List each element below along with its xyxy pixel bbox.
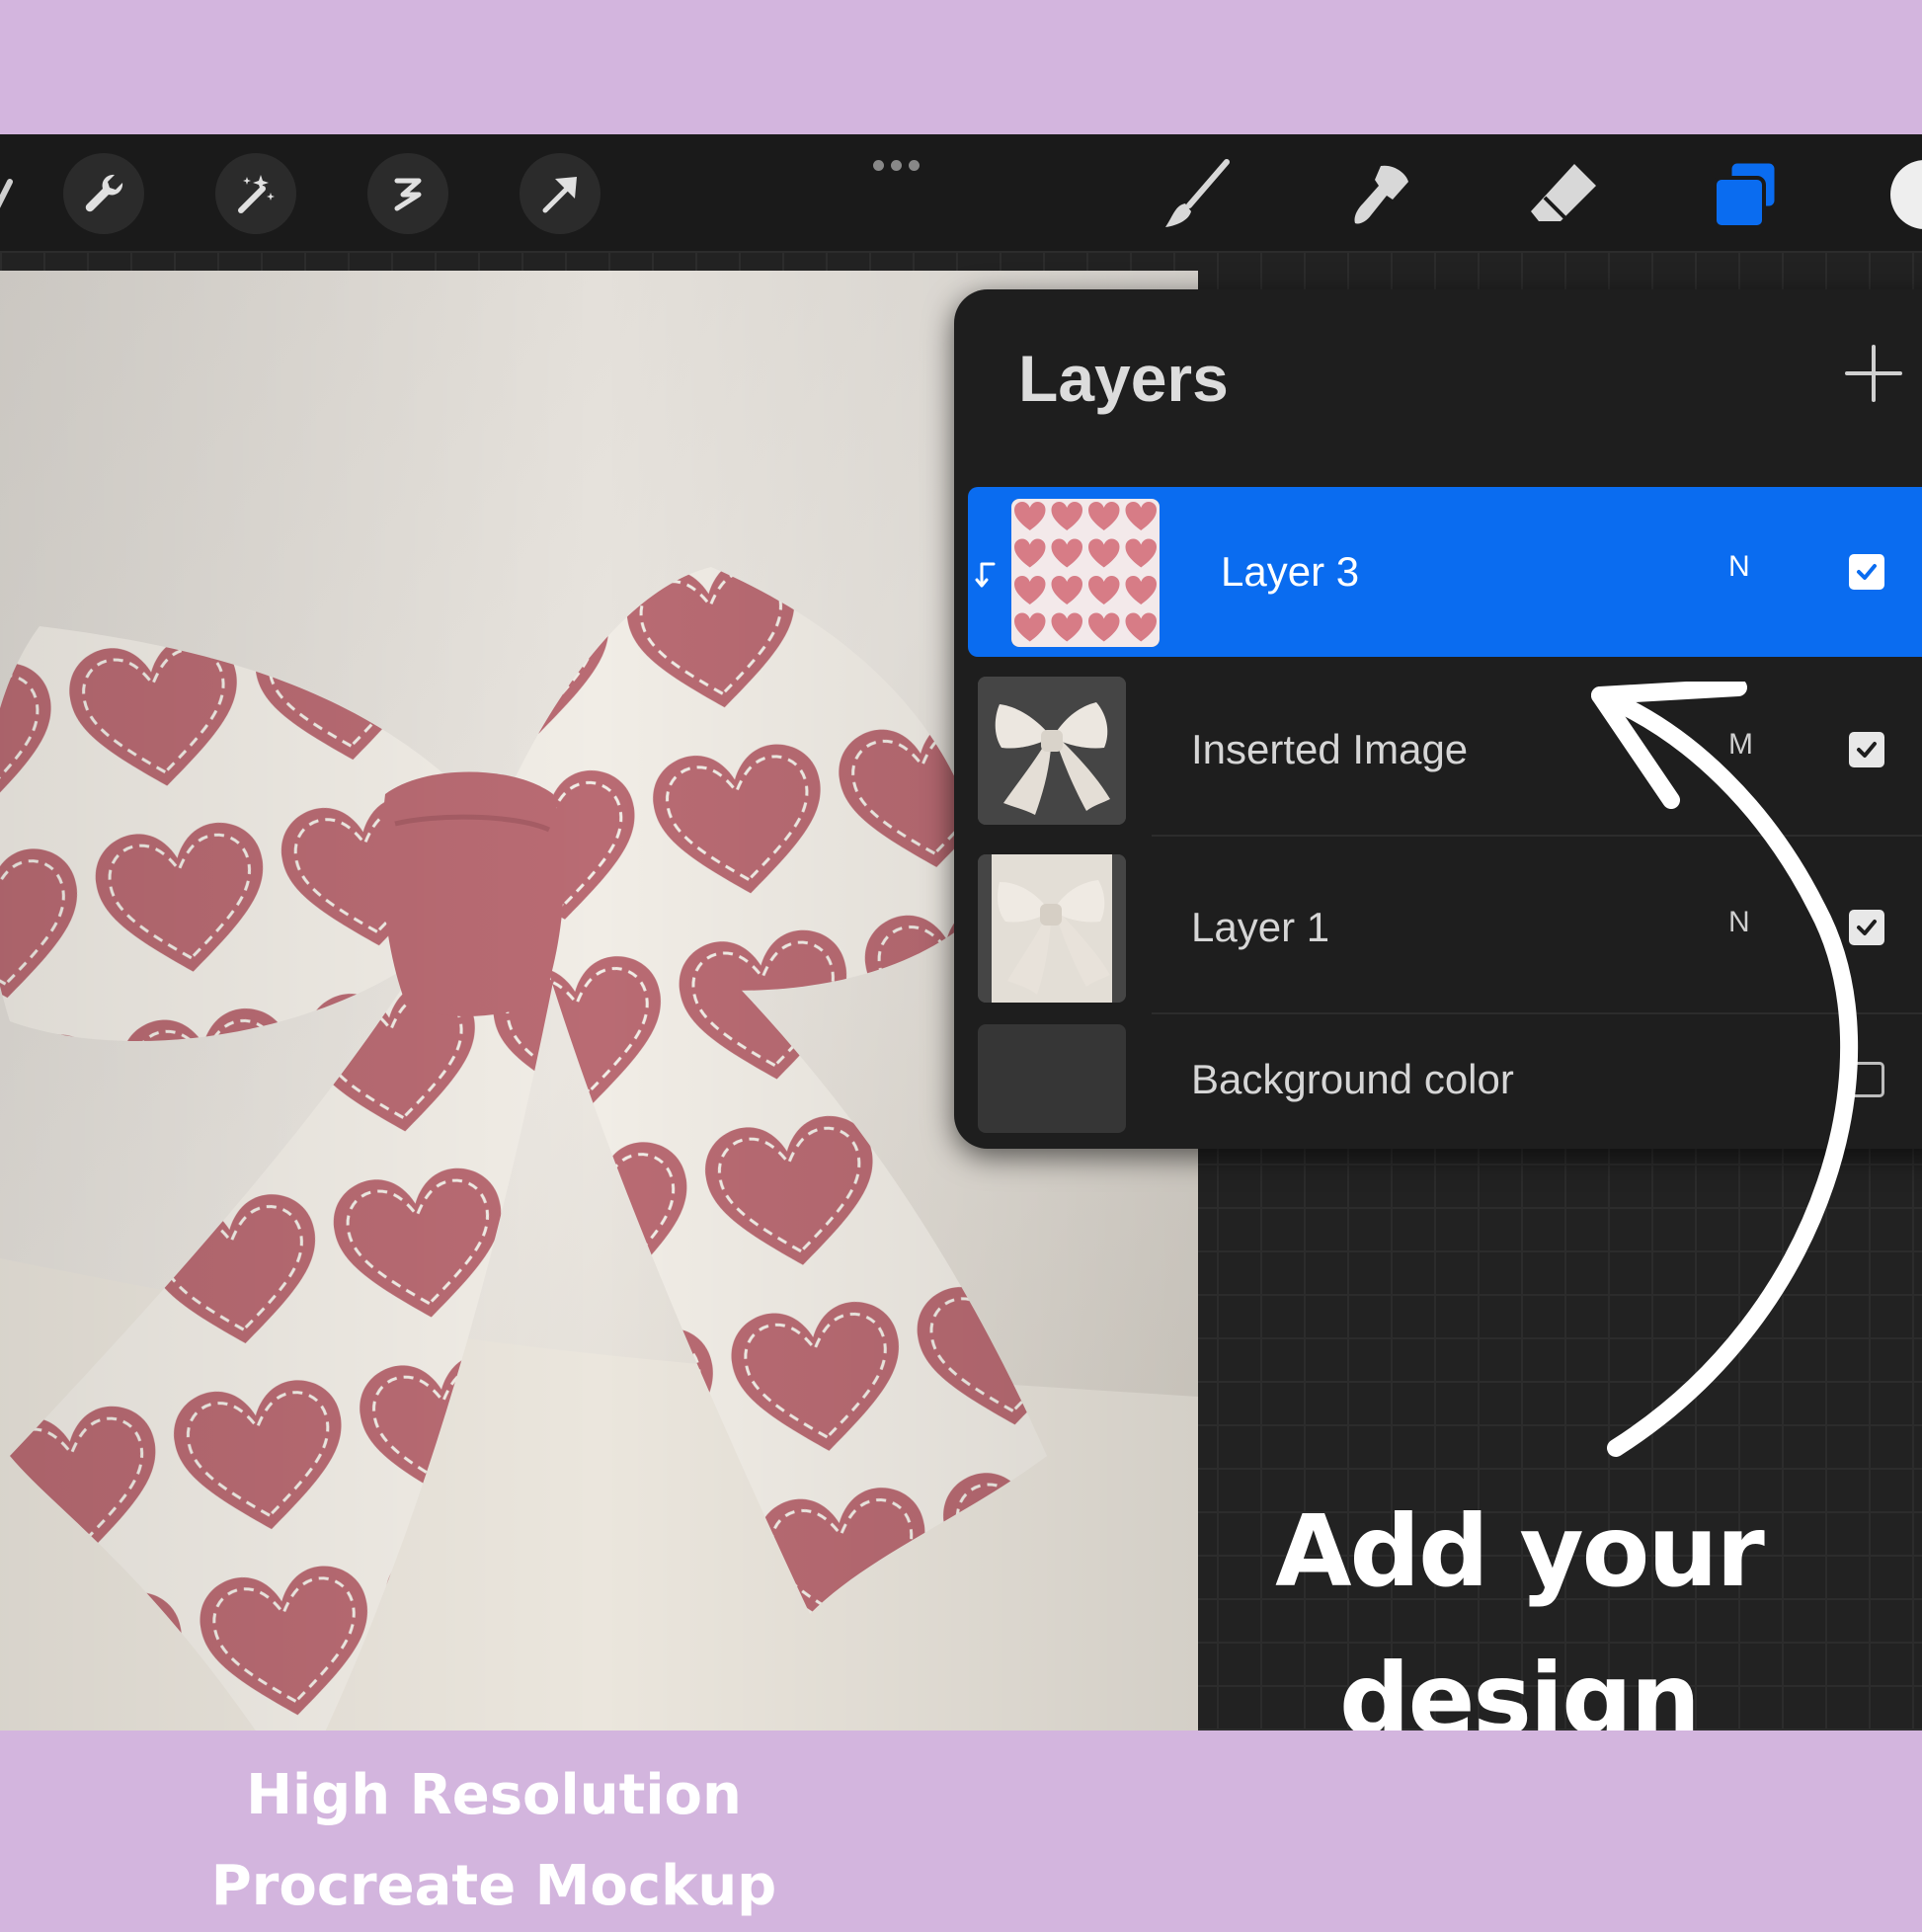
layers-button[interactable] (1707, 156, 1786, 235)
caption-line-2: Procreate Mockup (210, 1854, 777, 1918)
magic-wand-icon (238, 175, 275, 213)
heart-pattern-thumbnail-image (1011, 499, 1160, 647)
more-dots-icon[interactable] (873, 160, 932, 180)
inserted-image-thumbnail (978, 677, 1126, 825)
callout-text: Add your design here! (1213, 1478, 1825, 1731)
brush-button[interactable] (1156, 156, 1235, 235)
curved-arrow-icon (1591, 682, 1859, 1457)
layer-3-thumbnail (1011, 499, 1160, 647)
move-arrow-icon (542, 177, 577, 213)
layer-name: Layer 1 (1191, 904, 1330, 950)
smudge-button[interactable] (1341, 156, 1420, 235)
product-caption: High Resolution Procreate Mockup (148, 1750, 840, 1932)
eraser-icon (1531, 164, 1596, 221)
bow-photo-thumbnail-image (978, 854, 1126, 1003)
smudge-icon (1354, 165, 1408, 224)
procreate-screen: Layers Layer 3 N Inserted Image M Layer … (0, 134, 1922, 1731)
background-color-swatch (978, 1024, 1126, 1133)
plus-icon (1845, 345, 1902, 402)
checkmark-icon (1857, 564, 1877, 580)
add-layer-button[interactable] (1839, 339, 1908, 408)
mockup-frame: Layers Layer 3 N Inserted Image M Layer … (0, 0, 1922, 1922)
gallery-button[interactable] (0, 156, 49, 235)
layers-panel-title: Layers (1018, 342, 1229, 415)
callout-line-2: design here! (1339, 1642, 1701, 1731)
adjustments-button[interactable] (215, 153, 296, 234)
layer-visibility-checkbox[interactable] (1849, 554, 1884, 590)
plain-bow-thumbnail-image (978, 677, 1126, 825)
gallery-icon (0, 179, 13, 208)
top-toolbar (0, 134, 1922, 251)
brush-icon (1165, 159, 1230, 227)
wrench-icon (85, 174, 123, 212)
actions-button[interactable] (63, 153, 144, 234)
selection-button[interactable] (367, 153, 448, 234)
caption-line-1: High Resolution (246, 1763, 742, 1827)
layer-name: Background color (1191, 1056, 1514, 1102)
callout-line-1: Add your (1275, 1493, 1765, 1609)
blend-mode-button[interactable]: N (1728, 550, 1750, 584)
clipping-mask-icon (975, 562, 996, 588)
layer-row-layer-3[interactable]: Layer 3 N (968, 487, 1922, 657)
eraser-button[interactable] (1525, 156, 1604, 235)
transform-button[interactable] (520, 153, 601, 234)
top-band (0, 0, 1922, 134)
selection-icon (394, 178, 422, 211)
color-swatch-icon[interactable] (1890, 160, 1922, 229)
layer-name: Layer 3 (1221, 548, 1360, 595)
layer-name: Inserted Image (1191, 726, 1469, 772)
layers-icon (1713, 160, 1778, 229)
layer-1-thumbnail (978, 854, 1126, 1003)
